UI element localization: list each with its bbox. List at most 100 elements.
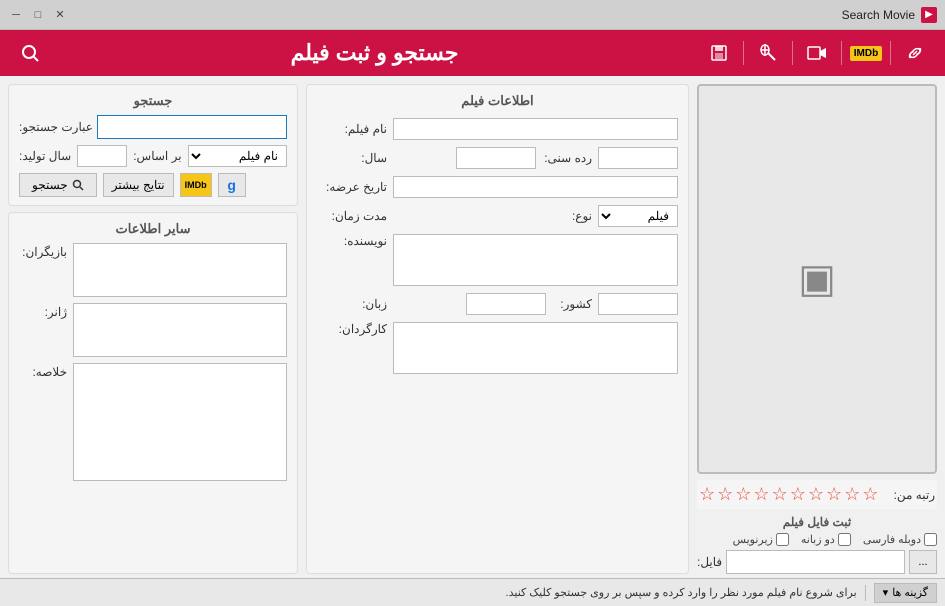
file-section: ثبت فایل فیلم دوبله فارسی دو زبانه زیرنو… (697, 515, 937, 574)
star-10[interactable]: ☆ (862, 484, 878, 505)
app-title: جستجو و ثبت فیلم (291, 40, 459, 66)
save-button[interactable] (701, 35, 737, 71)
sub-checkbox[interactable] (776, 533, 789, 546)
video-button[interactable] (799, 35, 835, 71)
star-9[interactable]: ☆ (844, 484, 860, 505)
summary-textarea[interactable] (73, 363, 287, 481)
main-content: ▣ رتبه من: ☆ ☆ ☆ ☆ ☆ ☆ ☆ ☆ ☆ ☆ ثبت فایل … (0, 76, 945, 578)
type-duration-fields: فیلم سریال مستند انیمیشن نوع: (393, 205, 678, 227)
search-btn-label: جستجو (32, 178, 68, 192)
other-info-section: سایر اطلاعات بازیگران: ژانر: خلاصه: (8, 212, 298, 574)
star-1[interactable]: ☆ (699, 484, 715, 505)
header-toolbar: IMDb (701, 35, 933, 71)
writer-textarea[interactable] (393, 234, 678, 286)
google-button[interactable]: g (218, 173, 246, 197)
director-label: کارگردان: (317, 322, 387, 336)
right-panel: جستجو عبارت جستجو: نام فیلم نام بازیگر ن… (8, 84, 298, 574)
star-5[interactable]: ☆ (772, 484, 788, 505)
search-btn-row: g IMDb نتایج بیشتر جستجو (19, 173, 287, 197)
divider-3 (841, 41, 842, 65)
sub-checkbox-label[interactable]: زیرنویس (733, 533, 789, 546)
star-2[interactable]: ☆ (717, 484, 733, 505)
search-section-title: جستجو (19, 93, 287, 109)
title-bar-controls: ─ □ ✕ (8, 7, 68, 23)
title-bar: ▶ Search Movie ─ □ ✕ (0, 0, 945, 30)
minimize-button[interactable]: ─ (8, 7, 24, 23)
star-4[interactable]: ☆ (753, 484, 769, 505)
year-age-fields: رده سنی: (393, 147, 678, 169)
release-date-row: تاریخ عرضه: (317, 176, 678, 198)
app-icon: ▶ (921, 7, 937, 23)
basis-label: بر اساس: (133, 149, 181, 163)
dual-checkbox-label[interactable]: دو زبانه (801, 533, 851, 546)
search-year-input[interactable] (77, 145, 127, 167)
browse-button[interactable]: ... (909, 550, 937, 574)
age-rating-input[interactable] (598, 147, 678, 169)
summary-label: خلاصه: (19, 363, 67, 379)
type-label: نوع: (552, 209, 592, 223)
search-section: جستجو عبارت جستجو: نام فیلم نام بازیگر ن… (8, 84, 298, 206)
actors-label: بازیگران: (19, 243, 67, 259)
duration-label: مدت زمان: (317, 209, 387, 223)
imdb-search-button[interactable]: IMDb (180, 173, 212, 197)
type-select[interactable]: فیلم سریال مستند انیمیشن (598, 205, 678, 227)
year-row: رده سنی: سال: (317, 147, 678, 169)
poster-area[interactable]: ▣ (697, 84, 937, 474)
chevron-down-icon: ▾ (883, 586, 889, 599)
status-text: برای شروع نام فیلم مورد نظر را وارد کرده… (506, 586, 857, 599)
search-phrase-input[interactable] (97, 115, 287, 139)
age-rating-label: رده سنی: (542, 151, 592, 165)
rating-row: رتبه من: ☆ ☆ ☆ ☆ ☆ ☆ ☆ ☆ ☆ ☆ (697, 480, 937, 509)
tag-button[interactable] (750, 35, 786, 71)
type-row: فیلم سریال مستند انیمیشن نوع: مدت زمان: (317, 205, 678, 227)
dual-checkbox[interactable] (838, 533, 851, 546)
imdb-button[interactable]: IMDb (848, 35, 884, 71)
language-input[interactable] (466, 293, 546, 315)
rating-label: رتبه من: (894, 488, 935, 502)
search-year-label: سال تولید: (19, 149, 71, 163)
other-info-title: سایر اطلاعات (19, 221, 287, 237)
file-checkboxes: دوبله فارسی دو زبانه زیرنویس (697, 533, 937, 546)
language-label: زبان: (317, 297, 387, 311)
dub-checkbox-label[interactable]: دوبله فارسی (863, 533, 937, 546)
file-label: فایل: (697, 555, 722, 569)
status-divider (865, 585, 866, 601)
stars: ☆ ☆ ☆ ☆ ☆ ☆ ☆ ☆ ☆ ☆ (699, 484, 878, 505)
name-input[interactable] (393, 118, 678, 140)
actors-textarea[interactable] (73, 243, 287, 297)
star-7[interactable]: ☆ (808, 484, 824, 505)
director-textarea[interactable] (393, 322, 678, 374)
year-label: سال: (317, 151, 387, 165)
star-8[interactable]: ☆ (826, 484, 842, 505)
link-button[interactable] (897, 35, 933, 71)
country-input[interactable] (598, 293, 678, 315)
country-label: کشور: (552, 297, 592, 311)
summary-row: خلاصه: (19, 363, 287, 486)
divider-2 (792, 41, 793, 65)
header-search-button[interactable] (12, 35, 48, 71)
dub-checkbox[interactable] (924, 533, 937, 546)
genre-textarea[interactable] (73, 303, 287, 357)
basis-select[interactable]: نام فیلم نام بازیگر نام کارگردان (188, 145, 287, 167)
more-results-button[interactable]: نتایج بیشتر (103, 173, 174, 197)
director-row: کارگردان: (317, 322, 678, 374)
poster-placeholder-icon: ▣ (798, 256, 836, 302)
star-3[interactable]: ☆ (735, 484, 751, 505)
maximize-button[interactable]: □ (30, 7, 46, 23)
release-date-input[interactable] (393, 176, 678, 198)
close-button[interactable]: ✕ (52, 7, 68, 23)
more-results-label: نتایج بیشتر (112, 178, 165, 192)
status-bar: گزینه ها ▾ برای شروع نام فیلم مورد نظر ر… (0, 578, 945, 606)
search-year-row: نام فیلم نام بازیگر نام کارگردان بر اساس… (19, 145, 287, 167)
movie-info-panel: اطلاعات فیلم نام فیلم: رده سنی: سال: تار… (306, 84, 689, 574)
year-input[interactable] (456, 147, 536, 169)
options-button[interactable]: گزینه ها ▾ (874, 583, 937, 603)
divider-1 (743, 41, 744, 65)
search-button[interactable]: جستجو (19, 173, 97, 197)
search-phrase-label: عبارت جستجو: (19, 120, 93, 134)
genre-label: ژانر: (19, 303, 67, 319)
writer-row: نویسنده: (317, 234, 678, 286)
star-6[interactable]: ☆ (790, 484, 806, 505)
file-path-input[interactable] (726, 550, 905, 574)
language-country-row: کشور: زبان: (317, 293, 678, 315)
